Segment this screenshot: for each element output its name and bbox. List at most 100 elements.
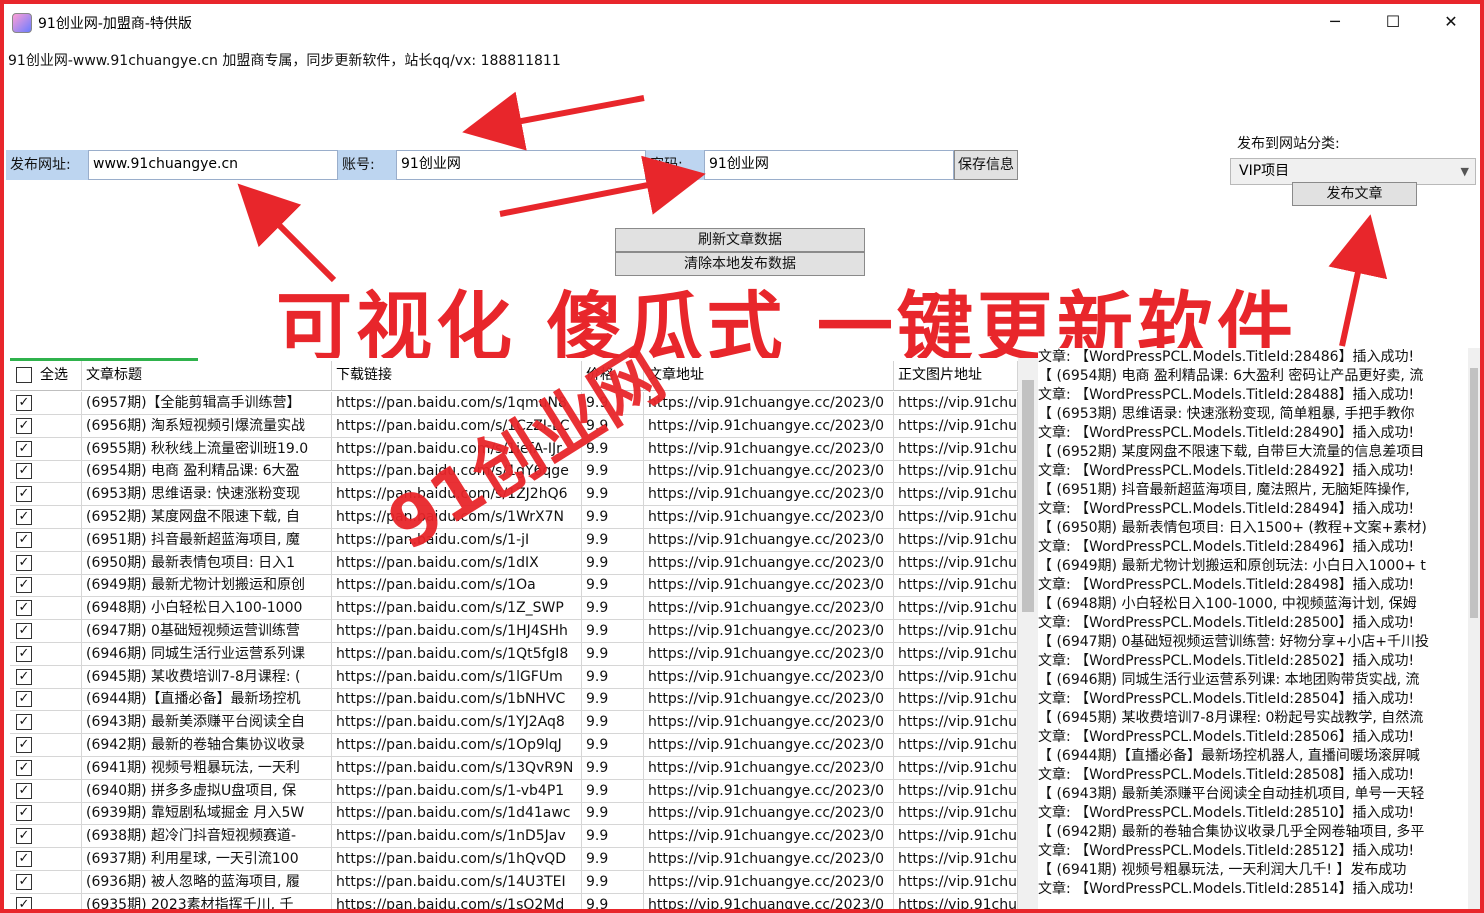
cell-title[interactable]: (6936期) 被人忽略的蓝海项目, 履 xyxy=(82,870,332,893)
cell-title[interactable]: (6938期) 超冷门抖音短视频赛道- xyxy=(82,825,332,848)
table-row[interactable]: ✓ (6945期) 某收费培训7-8月课程: (https://pan.baidu… xyxy=(10,665,1018,689)
row-checkbox-cell[interactable]: ✓ xyxy=(10,756,82,779)
cell-img[interactable]: https://vip.91chu xyxy=(894,528,1018,551)
cell-img[interactable]: https://vip.91chu xyxy=(894,688,1018,711)
row-checkbox-cell[interactable]: ✓ xyxy=(10,551,82,574)
cell-price[interactable]: 9.9 xyxy=(582,483,644,506)
cell-link[interactable]: https://pan.baidu.com/s/1HJ4SHh xyxy=(332,620,582,642)
table-row[interactable]: ✓ (6957期)【全能剪辑高手训练营】 https://pan.baidu.com… xyxy=(10,392,1018,415)
cell-link[interactable]: https://pan.baidu.com/s/1Qt5fgI8 xyxy=(332,642,582,665)
cell-url[interactable]: https://vip.91chuangye.cc/2023/0 xyxy=(644,574,894,597)
cell-price[interactable]: 9.9 xyxy=(582,893,644,909)
table-row[interactable]: ✓ (6941期) 视频号粗暴玩法, 一天利 https://pan.baidu.c… xyxy=(10,756,1018,780)
cell-url[interactable]: https://vip.91chuangye.cc/2023/0 xyxy=(644,414,894,437)
cell-link[interactable]: https://pan.baidu.com/s/1iefA-IJr xyxy=(332,437,582,460)
cell-link[interactable]: https://pan.baidu.com/s/1dIX xyxy=(332,551,582,574)
row-checkbox-cell[interactable]: ✓ xyxy=(10,734,82,756)
cell-url[interactable]: https://vip.91chuangye.cc/2023/0 xyxy=(644,711,894,734)
cell-img[interactable]: https://vip.91chu xyxy=(894,711,1018,734)
table-row[interactable]: ✓ (6947期) 0基础短视频运营训练营 https://pan.baidu.co… xyxy=(10,620,1018,643)
table-scrollbar[interactable] xyxy=(1018,358,1038,909)
row-checkbox-cell[interactable]: ✓ xyxy=(10,802,82,825)
cell-img[interactable]: https://vip.91chu xyxy=(894,483,1018,506)
cell-title[interactable]: (6939期) 靠短剧私域掘金 月入5W xyxy=(82,802,332,825)
cell-price[interactable]: 9.9 xyxy=(582,688,644,711)
row-checkbox-cell[interactable]: ✓ xyxy=(10,870,82,893)
cell-title[interactable]: (6942期) 最新的卷轴合集协议收录 xyxy=(82,734,332,756)
cell-title[interactable]: (6949期) 最新尤物计划搬运和原创 xyxy=(82,574,332,597)
cell-link[interactable]: https://pan.baidu.com/s/1ZJ2hQ6 xyxy=(332,483,582,506)
cell-url[interactable]: https://vip.91chuangye.cc/2023/0 xyxy=(644,665,894,688)
cell-img[interactable]: https://vip.91chu xyxy=(894,506,1018,528)
row-checkbox[interactable]: ✓ xyxy=(16,782,32,799)
row-checkbox[interactable]: ✓ xyxy=(16,623,32,639)
table-row[interactable]: ✓ (6942期) 最新的卷轴合集协议收录 https://pan.baidu.co… xyxy=(10,734,1018,757)
table-row[interactable]: ✓ (6952期) 某度网盘不限速下载, 自 https://pan.baidu.c… xyxy=(10,506,1018,529)
cell-price[interactable]: 9.9 xyxy=(582,642,644,665)
table-row[interactable]: ✓ (6955期) 秋秋线上流量密训班19.0 https://pan.baidu.… xyxy=(10,437,1018,461)
cell-link[interactable]: https://pan.baidu.com/s/1sO2Md xyxy=(332,893,582,909)
scrollbar-thumb[interactable] xyxy=(1022,380,1034,612)
cell-link[interactable]: https://pan.baidu.com/s/1bNHVC xyxy=(332,688,582,711)
cell-link[interactable]: https://pan.baidu.com/s/1nD5Jav xyxy=(332,825,582,848)
table-row[interactable]: ✓ (6949期) 最新尤物计划搬运和原创 https://pan.baidu.co… xyxy=(10,574,1018,598)
account-input[interactable]: 91创业网 xyxy=(396,150,646,180)
cell-img[interactable]: https://vip.91chu xyxy=(894,597,1018,620)
cell-img[interactable]: https://vip.91chu xyxy=(894,825,1018,848)
cell-img[interactable]: https://vip.91chu xyxy=(894,574,1018,597)
log-scrollbar[interactable] xyxy=(1468,348,1480,909)
cell-title[interactable]: (6941期) 视频号粗暴玩法, 一天利 xyxy=(82,756,332,779)
cell-url[interactable]: https://vip.91chuangye.cc/2023/0 xyxy=(644,551,894,574)
row-checkbox-cell[interactable]: ✓ xyxy=(10,437,82,460)
row-checkbox[interactable]: ✓ xyxy=(16,714,32,731)
table-row[interactable]: ✓ (6943期) 最新美添赚平台阅读全自 https://pan.baidu.co… xyxy=(10,711,1018,735)
cell-title[interactable]: (6952期) 某度网盘不限速下载, 自 xyxy=(82,506,332,528)
cell-title[interactable]: (6940期) 拼多多虚拟U盘项目, 保 xyxy=(82,779,332,802)
cell-price[interactable]: 9.9 xyxy=(582,460,644,483)
cell-link[interactable]: https://pan.baidu.com/s/1-vb4P1 xyxy=(332,779,582,802)
table-row[interactable]: ✓ (6951期) 抖音最新超蓝海项目, 魔 https://pan.baidu.c… xyxy=(10,528,1018,552)
row-checkbox-cell[interactable]: ✓ xyxy=(10,574,82,597)
cell-title[interactable]: (6955期) 秋秋线上流量密训班19.0 xyxy=(82,437,332,460)
cell-url[interactable]: https://vip.91chuangye.cc/2023/0 xyxy=(644,506,894,528)
row-checkbox[interactable]: ✓ xyxy=(16,463,32,480)
cell-link[interactable]: https://pan.baidu.com/s/1Oa xyxy=(332,574,582,597)
cell-img[interactable]: https://vip.91chu xyxy=(894,893,1018,909)
cell-link[interactable]: https://pan.baidu.com/s/1WrX7N xyxy=(332,506,582,528)
save-info-button[interactable]: 保存信息 xyxy=(954,150,1018,180)
cell-img[interactable]: https://vip.91chu xyxy=(894,870,1018,893)
table-row[interactable]: ✓ (6937期) 利用星球, 一天引流100 https://pan.baidu.… xyxy=(10,848,1018,871)
cell-price[interactable]: 9.9 xyxy=(582,597,644,620)
cell-price[interactable]: 9.9 xyxy=(582,756,644,779)
table-row[interactable]: ✓ (6948期) 小白轻松日入100-1000 https://pan.baidu… xyxy=(10,597,1018,621)
cell-url[interactable]: https://vip.91chuangye.cc/2023/0 xyxy=(644,734,894,756)
row-checkbox-cell[interactable]: ✓ xyxy=(10,848,82,870)
row-checkbox[interactable]: ✓ xyxy=(16,440,32,457)
table-row[interactable]: ✓ (6950期) 最新表情包项目: 日入1 https://pan.baidu.c… xyxy=(10,551,1018,575)
cell-price[interactable]: 9.9 xyxy=(582,802,644,825)
category-select[interactable]: VIP项目 ▼ xyxy=(1230,158,1476,185)
maximize-button[interactable]: ☐ xyxy=(1364,4,1422,40)
cell-link[interactable]: https://pan.baidu.com/s/1gY6qge xyxy=(332,460,582,483)
cell-img[interactable]: https://vip.91chu xyxy=(894,665,1018,688)
cell-url[interactable]: https://vip.91chuangye.cc/2023/0 xyxy=(644,597,894,620)
cell-price[interactable]: 9.9 xyxy=(582,506,644,528)
row-checkbox[interactable]: ✓ xyxy=(16,531,32,548)
cell-price[interactable]: 9.9 xyxy=(582,620,644,642)
cell-url[interactable]: https://vip.91chuangye.cc/2023/0 xyxy=(644,460,894,483)
cell-link[interactable]: https://pan.baidu.com/s/1Z_SWP xyxy=(332,597,582,620)
table-row[interactable]: ✓ (6956期) 淘系短视频引爆流量实战 https://pan.baidu.co… xyxy=(10,414,1018,438)
log-scrollbar-thumb[interactable] xyxy=(1470,368,1478,618)
close-button[interactable]: ✕ xyxy=(1422,4,1480,40)
row-checkbox-cell[interactable]: ✓ xyxy=(10,620,82,642)
cell-title[interactable]: (6944期)【直播必备】最新场控机 xyxy=(82,688,332,711)
cell-img[interactable]: https://vip.91chu xyxy=(894,460,1018,483)
row-checkbox[interactable]: ✓ xyxy=(16,828,32,845)
header-price[interactable]: 价格 xyxy=(582,361,644,391)
minimize-button[interactable]: ─ xyxy=(1306,4,1364,40)
cell-price[interactable]: 9.9 xyxy=(582,825,644,848)
row-checkbox[interactable]: ✓ xyxy=(16,600,32,617)
cell-price[interactable]: 9.9 xyxy=(582,437,644,460)
cell-price[interactable]: 9.9 xyxy=(582,528,644,551)
cell-title[interactable]: (6946期) 同城生活行业运营系列课 xyxy=(82,642,332,665)
